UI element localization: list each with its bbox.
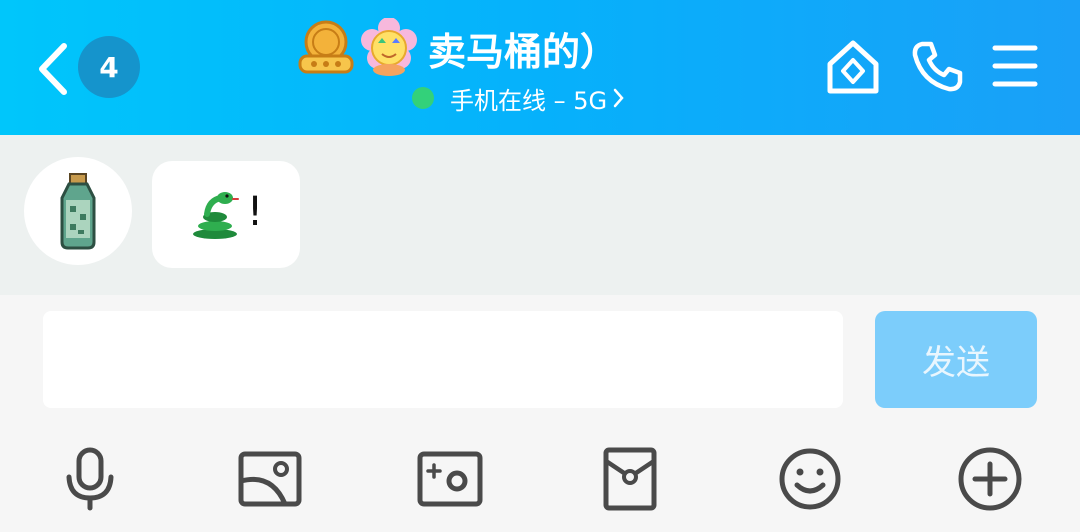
snake-emoji-icon — [192, 191, 239, 239]
composer-bar: 发送 — [0, 295, 1080, 532]
message-input[interactable] — [43, 311, 843, 408]
flower-badge-icon — [361, 18, 417, 76]
plus-icon — [958, 447, 1022, 511]
image-icon — [238, 451, 302, 507]
red-packet-icon — [603, 447, 657, 511]
back-button[interactable]: 4 — [30, 36, 150, 100]
chat-title: 卖马桶的） — [428, 29, 619, 74]
camera-icon — [417, 451, 483, 507]
send-button[interactable]: 发送 — [875, 311, 1037, 408]
camera-button[interactable] — [414, 443, 486, 515]
contact-avatar[interactable] — [24, 157, 132, 265]
chat-header: 4 卖马桶的） 手机在线 – 5G — [0, 0, 1080, 135]
phone-icon[interactable] — [910, 38, 966, 94]
online-status[interactable]: 手机在线 – 5G — [412, 82, 625, 115]
online-status-text: 手机在线 – 5G — [450, 86, 608, 115]
emoji-button[interactable] — [774, 443, 846, 515]
home-icon[interactable] — [824, 38, 882, 96]
title-row[interactable]: 卖马桶的） — [296, 18, 618, 78]
emoji-icon — [779, 448, 841, 510]
online-dot-icon — [412, 87, 434, 109]
more-button[interactable] — [954, 443, 1026, 515]
message-list[interactable]: ! — [0, 135, 1080, 295]
microphone-icon — [66, 447, 114, 511]
menu-icon[interactable] — [992, 44, 1038, 88]
message-text: ! — [246, 188, 264, 235]
unread-count-badge: 4 — [78, 36, 140, 98]
bottle-avatar-icon — [60, 173, 96, 250]
red-packet-button[interactable] — [594, 443, 666, 515]
image-button[interactable] — [234, 443, 306, 515]
voice-button[interactable] — [54, 443, 126, 515]
mooncake-badge-icon — [298, 20, 354, 74]
chevron-left-icon — [39, 43, 67, 95]
message-bubble[interactable]: ! — [152, 161, 300, 268]
chevron-right-icon — [613, 88, 624, 108]
